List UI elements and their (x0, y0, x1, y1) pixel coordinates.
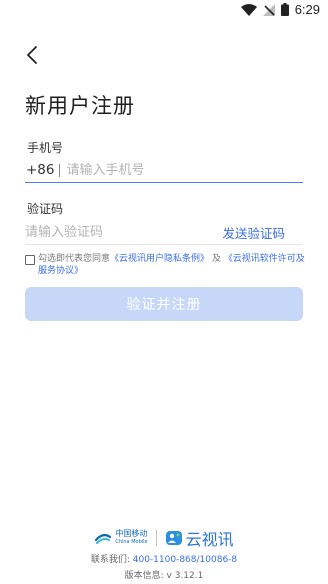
logo-divider (155, 530, 157, 546)
chevron-left-icon (27, 46, 37, 64)
agreement-prefix: 勾选即代表您同意 (38, 254, 111, 264)
agree-checkbox[interactable] (25, 255, 35, 265)
country-code[interactable]: +86 (26, 162, 55, 178)
china-mobile-icon (95, 533, 112, 544)
back-button[interactable] (22, 44, 44, 66)
product-name: 云视讯 (185, 530, 234, 549)
code-label: 验证码 (27, 202, 64, 216)
separator (58, 163, 60, 177)
china-mobile-cn: 中国移动 (115, 529, 148, 538)
contact-label: 联系我们: (90, 555, 130, 565)
phone-label: 手机号 (27, 141, 64, 155)
no-signal-icon (262, 3, 275, 16)
phone-field: +86 (25, 158, 303, 183)
code-field: 发送验证码 (25, 220, 303, 245)
wifi-icon (240, 3, 257, 16)
privacy-policy-link[interactable]: 《云视讯用户隐私条例》 (110, 254, 209, 264)
china-mobile-en: China Mobile (115, 539, 148, 545)
yunshixun-icon (165, 531, 182, 545)
code-input[interactable] (25, 224, 223, 240)
status-icons: 6:29 (240, 2, 320, 17)
version-info: 版本信息: v 3.12.1 (124, 571, 204, 581)
page-title: 新用户注册 (25, 94, 135, 118)
contact-info: 联系我们: 400-1100-868/10086-8 (0, 552, 328, 565)
yunshixun-logo: 云视讯 (165, 526, 234, 550)
status-time: 6:29 (294, 2, 320, 17)
status-bar: 6:29 (0, 0, 328, 24)
contact-phone-link[interactable]: 400-1100-868/10086-8 (133, 555, 237, 565)
footer-logos: 中国移动 China Mobile 云视讯 (0, 526, 328, 550)
china-mobile-logo: 中国移动 China Mobile (94, 529, 148, 546)
agreement-text: 勾选即代表您同意《云视讯用户隐私条例》 及 《云视讯软件许可及服务协议》 (38, 253, 305, 277)
phone-input[interactable] (66, 162, 303, 178)
agreement-and: 及 (211, 254, 221, 264)
register-screen: 6:29 新用户注册 手机号 +86 验证码 发送验证码 勾选即代表您同意《云视… (0, 0, 328, 584)
agreement-row: 勾选即代表您同意《云视讯用户隐私条例》 及 《云视讯软件许可及服务协议》 (25, 253, 305, 277)
battery-icon (280, 3, 289, 16)
send-code-button[interactable]: 发送验证码 (222, 223, 285, 242)
verify-register-button[interactable]: 验证并注册 (25, 287, 303, 321)
